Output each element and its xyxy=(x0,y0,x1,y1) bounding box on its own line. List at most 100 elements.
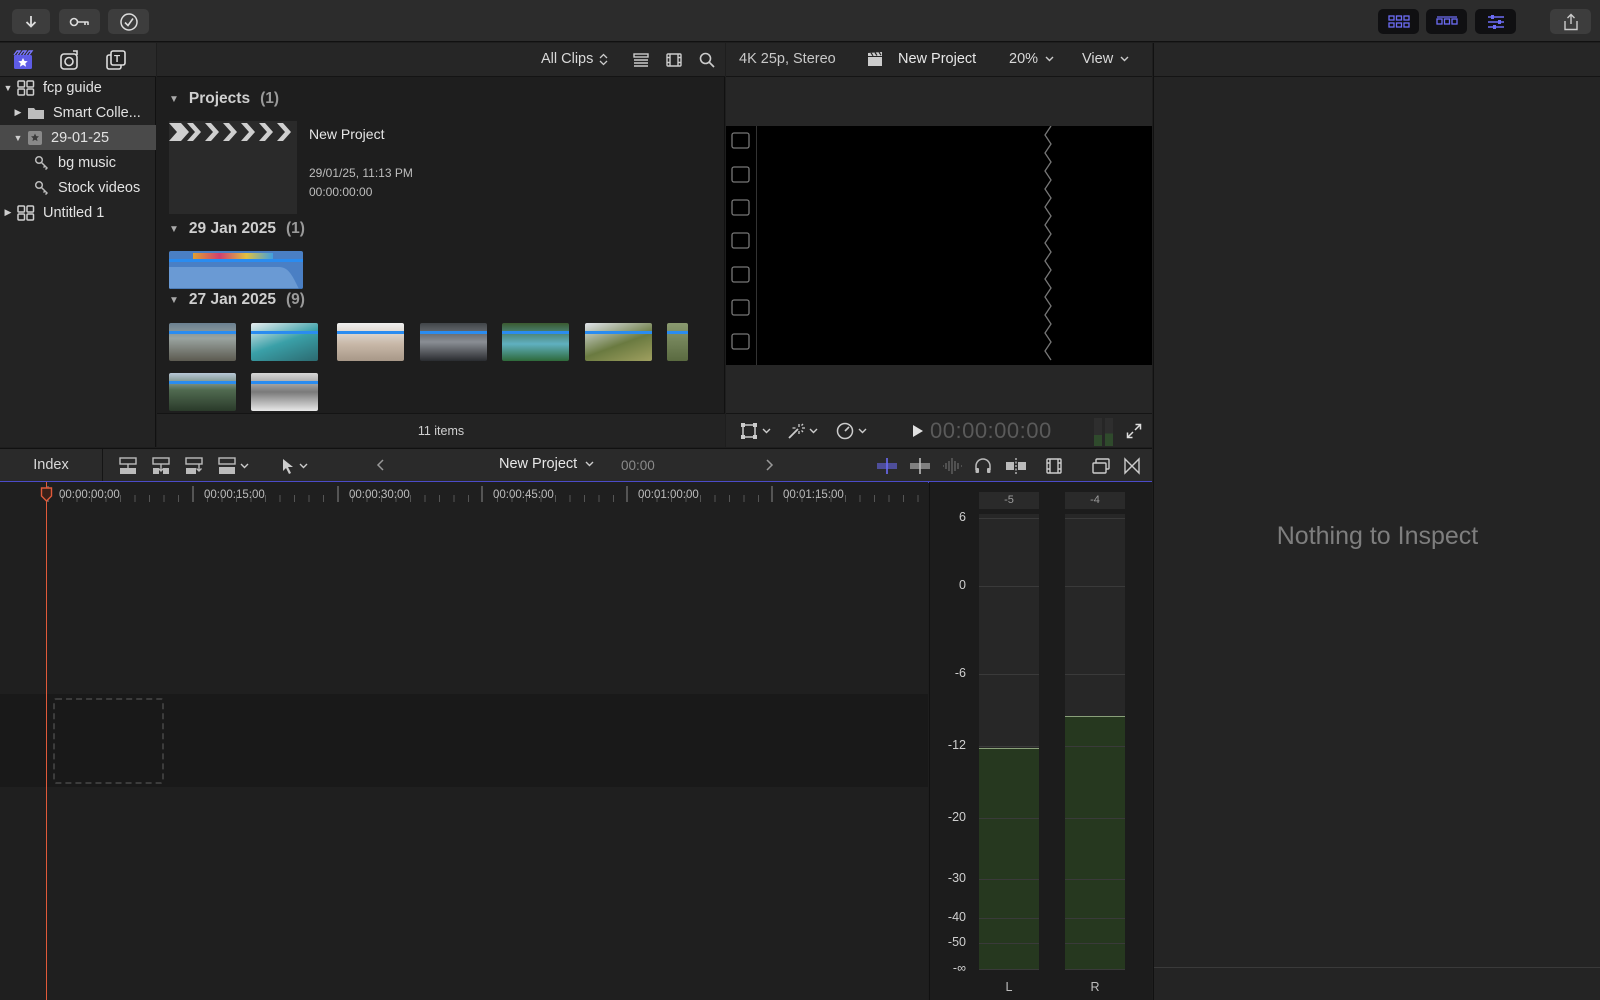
mini-audio-meter[interactable] xyxy=(1094,416,1116,446)
chevron-down-icon xyxy=(585,461,594,467)
sidebar-item-event[interactable]: ▼ 29-01-25 xyxy=(0,125,156,150)
list-view-button[interactable] xyxy=(633,52,649,68)
project-name[interactable]: New Project xyxy=(309,126,384,142)
clip-favorite-bar xyxy=(502,331,569,334)
section-header-event-date[interactable]: ▼ 27 Jan 2025 (9) xyxy=(169,291,305,309)
audio-waveform-icon xyxy=(169,267,303,289)
playhead-handle-icon[interactable] xyxy=(40,487,53,502)
disclosure-open-icon: ▼ xyxy=(169,93,179,105)
sidebar-item-stock-videos[interactable]: Stock videos xyxy=(0,175,156,200)
enhancements-menu[interactable] xyxy=(787,422,818,440)
zoom-popup[interactable]: 20% xyxy=(1009,51,1054,67)
disclosure-open-icon[interactable]: ▼ xyxy=(3,83,13,93)
meter-scale-label: -∞ xyxy=(952,961,966,975)
viewer-timecode[interactable]: 00:00:00:00 xyxy=(930,418,1052,444)
sidebar-item-label: fcp guide xyxy=(43,79,102,96)
timeline[interactable] xyxy=(0,508,928,1000)
video-clip-thumbnail[interactable] xyxy=(420,323,487,361)
disclosure-closed-icon[interactable]: ▶ xyxy=(3,207,13,218)
share-icon xyxy=(1563,13,1578,30)
timeline-ruler[interactable]: 00:00:00:00 00:00:15:00 00:00:30:00 00:0… xyxy=(0,482,928,508)
clip-favorite-bar xyxy=(667,331,688,334)
disclosure-closed-icon[interactable]: ▶ xyxy=(13,107,23,118)
audio-skimming-button[interactable] xyxy=(909,457,931,475)
timeline-duration: 00:00 xyxy=(621,458,655,473)
play-button[interactable] xyxy=(912,425,923,437)
clip-appearance-button[interactable] xyxy=(1046,457,1062,475)
overwrite-clip-menu[interactable] xyxy=(217,457,249,475)
clapper-icon xyxy=(867,51,883,67)
ruler-label: 00:00:45:00 xyxy=(493,489,554,501)
browser-toggle-button[interactable] xyxy=(1378,9,1419,34)
disclosure-open-icon: ▼ xyxy=(169,294,179,306)
sidebar-item-untitled-library[interactable]: ▶ Untitled 1 xyxy=(0,200,156,225)
insert-clip-button[interactable] xyxy=(151,457,171,475)
import-button[interactable] xyxy=(12,9,50,34)
sidebar-item-library[interactable]: ▼ fcp guide xyxy=(0,75,156,100)
fullscreen-button[interactable] xyxy=(1126,423,1142,439)
photos-audio-tab[interactable] xyxy=(58,49,80,71)
viewer-canvas[interactable] xyxy=(726,126,1152,365)
timeline-back-button[interactable] xyxy=(376,459,384,471)
transitions-browser-button[interactable] xyxy=(1124,457,1140,475)
project-format: 4K 25p, Stereo xyxy=(739,51,836,67)
view-menu[interactable]: View xyxy=(1082,51,1129,67)
keyword-button[interactable] xyxy=(59,9,100,34)
index-label: Index xyxy=(33,457,69,473)
disclosure-open-icon[interactable]: ▼ xyxy=(13,133,23,143)
clip-filter-popup[interactable]: All Clips xyxy=(541,51,608,67)
empty-storyline-placeholder[interactable] xyxy=(53,698,164,784)
ruler-label: 00:01:00:00 xyxy=(638,489,699,501)
audio-clip-thumbnail[interactable] xyxy=(169,251,303,289)
filmstrip-view-button[interactable] xyxy=(666,52,682,68)
clip-favorite-bar xyxy=(251,381,318,384)
connect-clip-icon xyxy=(119,457,137,474)
project-thumbnail[interactable] xyxy=(169,121,297,214)
meter-scale-label: -6 xyxy=(954,666,966,680)
video-clip-thumbnail[interactable] xyxy=(251,373,318,411)
background-tasks-button[interactable] xyxy=(108,9,149,34)
playhead[interactable] xyxy=(46,482,47,1000)
video-clip-thumbnail[interactable] xyxy=(667,323,688,361)
titles-generators-tab[interactable]: T xyxy=(105,49,127,71)
overwrite-clip-icon xyxy=(218,457,236,474)
viewer-project-name: New Project xyxy=(898,51,977,67)
video-clip-thumbnail[interactable] xyxy=(169,373,236,411)
timeline-project-menu[interactable]: New Project xyxy=(499,456,594,472)
sidebar-item-bg-music[interactable]: bg music xyxy=(0,150,156,175)
retime-menu[interactable] xyxy=(836,422,867,440)
fullscreen-icon xyxy=(1126,423,1142,439)
video-clip-thumbnail[interactable] xyxy=(585,323,652,361)
skimming-button[interactable] xyxy=(876,457,898,475)
transform-menu[interactable] xyxy=(740,422,771,440)
video-clip-thumbnail[interactable] xyxy=(251,323,318,361)
index-button[interactable]: Index xyxy=(0,449,103,481)
append-clip-icon xyxy=(185,457,203,474)
top-toolbar xyxy=(0,0,1600,42)
timeline-toggle-button[interactable] xyxy=(1426,9,1467,34)
search-button[interactable] xyxy=(699,52,715,68)
connect-clip-button[interactable] xyxy=(118,457,138,475)
view-label: View xyxy=(1082,51,1114,67)
keyword-icon xyxy=(69,17,89,26)
video-clip-thumbnail[interactable] xyxy=(337,323,404,361)
clip-filter-label: All Clips xyxy=(541,51,594,67)
audio-meters: -5 -4 6 0 -6 -12 -20 -30 -40 -50 -∞ L R xyxy=(929,482,1152,1000)
sidebar-item-smart-collections[interactable]: ▶ Smart Colle... xyxy=(0,100,156,125)
section-header-projects[interactable]: ▼ Projects (1) xyxy=(169,90,279,108)
tool-select-menu[interactable] xyxy=(281,458,308,474)
video-clip-thumbnail[interactable] xyxy=(502,323,569,361)
meter-gridline xyxy=(1065,586,1125,587)
section-header-event-date[interactable]: ▼ 29 Jan 2025 (1) xyxy=(169,220,305,238)
libraries-tab[interactable] xyxy=(12,49,34,71)
chevron-down-icon xyxy=(1120,56,1129,62)
inspector-toggle-button[interactable] xyxy=(1475,9,1516,34)
headphones-button[interactable] xyxy=(974,457,992,475)
share-button[interactable] xyxy=(1550,9,1591,34)
solo-button[interactable] xyxy=(941,457,963,475)
append-clip-button[interactable] xyxy=(184,457,204,475)
snapping-button[interactable] xyxy=(1005,457,1027,475)
video-clip-thumbnail[interactable] xyxy=(169,323,236,361)
effects-browser-button[interactable] xyxy=(1092,457,1110,475)
timeline-forward-button[interactable] xyxy=(766,459,774,471)
